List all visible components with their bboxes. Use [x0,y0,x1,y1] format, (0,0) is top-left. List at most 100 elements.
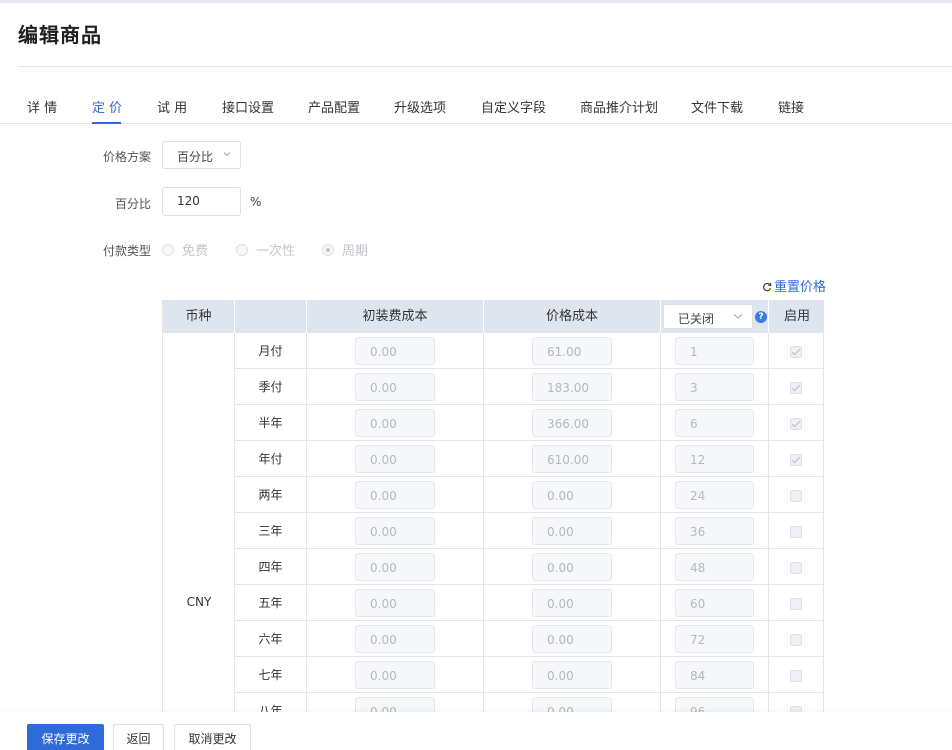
price-cost-input[interactable]: 0.00 [532,481,612,509]
price-cost-cell: 183.00 [484,369,661,405]
enabled-checkbox[interactable] [790,634,802,646]
setup-cost-input[interactable]: 0.00 [355,409,435,437]
months-cell: 6 [661,405,769,441]
active-tab-indicator [92,122,121,124]
enabled-checkbox[interactable] [790,670,802,682]
percent-unit: % [250,195,262,209]
setup-cost-cell: 0.00 [307,693,484,712]
period-label: 两年 [235,477,307,513]
tab-upgrade-options[interactable]: 升级选项 [394,97,446,116]
radio-recurring[interactable]: 周期 [322,240,368,259]
tab-trial[interactable]: 试 用 [157,97,187,116]
months-input[interactable]: 72 [675,625,754,653]
currency-value: CNY [186,595,212,609]
cancel-button[interactable]: 取消更改 [174,724,251,750]
enabled-checkbox[interactable] [790,526,802,538]
table-row: 八年 0.00 0.00 96 [235,693,823,712]
setup-cost-input[interactable]: 0.00 [355,445,435,473]
reset-price-link[interactable]: 重置价格 [762,276,826,295]
enabled-checkbox[interactable] [790,346,802,358]
months-input[interactable]: 3 [675,373,754,401]
setup-cost-input[interactable]: 0.00 [355,481,435,509]
enabled-checkbox[interactable] [790,490,802,502]
enabled-checkbox[interactable] [790,382,802,394]
months-input[interactable]: 96 [675,697,754,712]
months-cell: 12 [661,441,769,477]
radio-dot [236,244,248,256]
price-cost-cell: 0.00 [484,477,661,513]
enabled-checkbox[interactable] [790,562,802,574]
help-icon[interactable]: ? [755,311,767,323]
setup-cost-input[interactable]: 0.00 [355,589,435,617]
status-select[interactable]: 已关闭 [663,304,753,329]
price-cost-input[interactable]: 0.00 [532,697,612,712]
radio-one-time-label: 一次性 [256,244,296,259]
price-cost-input[interactable]: 0.00 [532,661,612,689]
top-border [0,0,952,3]
months-input[interactable]: 24 [675,481,754,509]
enabled-checkbox[interactable] [790,418,802,430]
pricing-table: 币种 初装费成本 价格成本 已关闭 ? 启用 CNY 月付 0.00 61.00 1 季… [162,300,824,712]
setup-cost-input[interactable]: 0.00 [355,553,435,581]
setup-cost-input[interactable]: 0.00 [355,373,435,401]
footer-bar: 保存更改 返回 取消更改 [0,712,952,750]
setup-cost-cell: 0.00 [307,657,484,693]
table-row: 七年 0.00 0.00 84 [235,657,823,693]
setup-cost-input[interactable]: 0.00 [355,337,435,365]
months-input[interactable]: 6 [675,409,754,437]
months-cell: 1 [661,333,769,369]
price-cost-input[interactable]: 610.00 [532,445,612,473]
setup-cost-input[interactable]: 0.00 [355,625,435,653]
table-row: 两年 0.00 0.00 24 [235,477,823,513]
months-input[interactable]: 12 [675,445,754,473]
enabled-checkbox[interactable] [790,454,802,466]
setup-cost-input[interactable]: 0.00 [355,697,435,712]
tab-product-config[interactable]: 产品配置 [308,97,360,116]
pricing-scheme-select[interactable]: 百分比 [162,141,241,169]
months-input[interactable]: 84 [675,661,754,689]
setup-cost-cell: 0.00 [307,369,484,405]
title-divider [18,66,952,67]
percent-input[interactable]: 120 [162,187,241,216]
enabled-checkbox[interactable] [790,598,802,610]
months-input[interactable]: 36 [675,517,754,545]
header-setup-cost: 初装费成本 [307,300,484,333]
price-cost-input[interactable]: 0.00 [532,589,612,617]
months-input[interactable]: 1 [675,337,754,365]
tab-details[interactable]: 详 情 [27,97,57,116]
status-select-value: 已关闭 [678,312,715,326]
price-cost-input[interactable]: 0.00 [532,553,612,581]
table-row: 月付 0.00 61.00 1 [235,333,823,369]
tab-custom-fields[interactable]: 自定义字段 [481,97,546,116]
price-cost-input[interactable]: 183.00 [532,373,612,401]
payment-type-label: 付款类型 [102,244,151,258]
months-input[interactable]: 60 [675,589,754,617]
tab-downloads[interactable]: 文件下载 [691,97,743,116]
table-row: 四年 0.00 0.00 48 [235,549,823,585]
chevron-down-icon [223,152,231,157]
radio-one-time[interactable]: 一次性 [236,240,296,259]
enabled-cell [769,369,823,405]
tab-links[interactable]: 链接 [778,97,804,116]
price-cost-cell: 0.00 [484,513,661,549]
refresh-icon [763,282,772,292]
price-cost-input[interactable]: 0.00 [532,625,612,653]
period-label: 月付 [235,333,307,369]
tab-pricing[interactable]: 定 价 [92,97,122,116]
months-input[interactable]: 48 [675,553,754,581]
table-row: 五年 0.00 0.00 60 [235,585,823,621]
back-button[interactable]: 返回 [113,724,164,750]
enabled-cell [769,333,823,369]
setup-cost-input[interactable]: 0.00 [355,517,435,545]
price-cost-input[interactable]: 61.00 [532,337,612,365]
setup-cost-input[interactable]: 0.00 [355,661,435,689]
price-cost-input[interactable]: 0.00 [532,517,612,545]
radio-free[interactable]: 免费 [162,240,208,259]
tab-affiliate-plan[interactable]: 商品推介计划 [580,97,658,116]
price-cost-input[interactable]: 366.00 [532,409,612,437]
price-cost-cell: 0.00 [484,621,661,657]
tab-api-settings[interactable]: 接口设置 [222,97,274,116]
price-cost-cell: 0.00 [484,657,661,693]
chevron-down-icon [733,314,743,319]
save-button[interactable]: 保存更改 [27,724,104,750]
